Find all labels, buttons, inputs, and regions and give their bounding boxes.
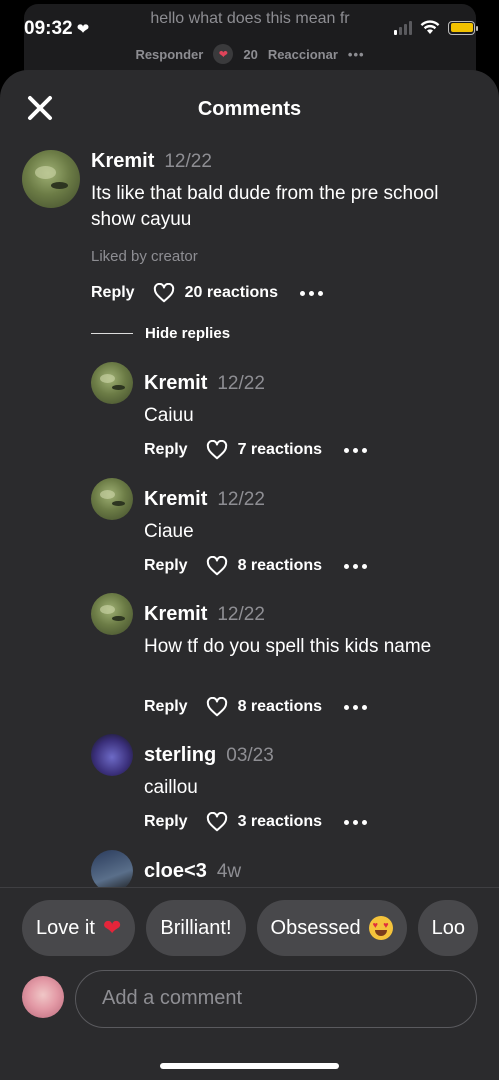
composer-divider [0, 887, 499, 888]
comment-author[interactable]: Kremit [91, 150, 154, 173]
reply-header: cloe<3 4w [144, 860, 241, 883]
reply-button[interactable]: Reply [144, 813, 188, 831]
quick-reactions-bar[interactable]: Love it ❤ Brilliant! Obsessed Loo [22, 900, 478, 956]
quick-reaction-label: Obsessed [270, 916, 361, 939]
reply-author[interactable]: cloe<3 [144, 860, 207, 883]
heart-eyes-icon [368, 916, 393, 940]
heart-icon[interactable] [153, 283, 175, 303]
cellular-signal-icon [394, 20, 412, 35]
divider-line [91, 333, 133, 334]
quick-reaction-label: Love it [36, 916, 95, 939]
background-post-actions: Responder ❤ 20 Reaccionar ••• [24, 44, 476, 64]
reply-date: 12/22 [217, 489, 265, 510]
comment-composer[interactable] [75, 970, 477, 1028]
heart-icon: ❤ [76, 21, 90, 38]
heart-icon[interactable] [206, 556, 228, 576]
reply-actions: Reply 3 reactions [144, 812, 368, 832]
more-options-icon[interactable] [344, 819, 368, 825]
reaction-count[interactable]: 8 reactions [238, 557, 322, 575]
red-heart-icon: ❤ [102, 915, 122, 940]
comment-date: 12/22 [164, 151, 212, 172]
more-options-icon[interactable] [344, 447, 368, 453]
avatar[interactable] [91, 593, 133, 635]
battery-icon [448, 20, 478, 35]
avatar[interactable] [91, 734, 133, 776]
background-more-icon[interactable]: ••• [348, 47, 365, 62]
sheet-header: Comments [0, 70, 499, 150]
reaction-count[interactable]: 7 reactions [238, 441, 322, 459]
more-options-icon[interactable] [299, 290, 323, 296]
comment-actions: Reply 20 reactions [91, 283, 323, 303]
reply-text: caillou [144, 777, 198, 798]
liked-by-creator-label: Liked by creator [91, 248, 198, 265]
comment-header: Kremit 12/22 [91, 150, 212, 173]
reply-author[interactable]: Kremit [144, 372, 207, 395]
comment-text: Its like that bald dude from the pre sch… [91, 183, 439, 230]
quick-reaction-partial[interactable]: Loo [417, 900, 478, 956]
comments-list[interactable]: Kremit 12/22 Its like that bald dude fro… [0, 150, 499, 887]
avatar[interactable] [91, 362, 133, 404]
sheet-title: Comments [197, 98, 302, 120]
reply-author[interactable]: Kremit [144, 603, 207, 626]
reply-author[interactable]: sterling [144, 744, 216, 767]
reply-button[interactable]: Reply [144, 557, 188, 575]
comment-input[interactable] [102, 971, 462, 1026]
reply-button[interactable]: Reply [144, 698, 188, 716]
more-options-icon[interactable] [344, 563, 368, 569]
quick-reaction-love-it[interactable]: Love it ❤ [22, 900, 136, 956]
reply-header: sterling 03/23 [144, 744, 274, 767]
reply-date: 03/23 [226, 745, 274, 766]
avatar[interactable] [22, 150, 80, 208]
heart-icon[interactable] [206, 697, 228, 717]
reply-actions: Reply 8 reactions [144, 556, 368, 576]
heart-icon[interactable] [206, 812, 228, 832]
reply-author[interactable]: Kremit [144, 488, 207, 511]
comments-sheet: Comments Kremit 12/22 Its like that bald… [0, 70, 499, 1080]
reply-date: 12/22 [217, 373, 265, 394]
background-react-button[interactable]: Reaccionar [268, 47, 338, 62]
wifi-icon [420, 20, 440, 34]
background-reply-button[interactable]: Responder [135, 47, 203, 62]
heart-icon: ❤ [213, 44, 234, 64]
avatar[interactable] [91, 478, 133, 520]
hide-replies-label: Hide replies [145, 325, 231, 342]
quick-reaction-obsessed[interactable]: Obsessed [256, 900, 407, 956]
avatar[interactable] [91, 850, 133, 887]
heart-icon[interactable] [206, 440, 228, 460]
quick-reaction-label: Brilliant! [160, 916, 232, 939]
reply-button[interactable]: Reply [91, 284, 135, 302]
background-reaction-count: 20 [243, 46, 258, 62]
status-time-label: 09:32 [24, 18, 73, 39]
quick-reaction-brilliant[interactable]: Brilliant! [146, 900, 246, 956]
status-bar-time: 09:32 ❤ [24, 18, 89, 40]
quick-reaction-label: Loo [431, 916, 465, 939]
more-options-icon[interactable] [344, 704, 368, 710]
reply-header: Kremit 12/22 [144, 372, 265, 395]
reply-text: Ciaue [144, 521, 194, 542]
reply-button[interactable]: Reply [144, 441, 188, 459]
hide-replies-button[interactable]: Hide replies [91, 325, 230, 342]
reaction-count[interactable]: 3 reactions [238, 813, 322, 831]
reply-date: 12/22 [217, 604, 265, 625]
reply-header: Kremit 12/22 [144, 488, 265, 511]
reply-actions: Reply 7 reactions [144, 440, 368, 460]
reply-date: 4w [216, 861, 242, 882]
status-bar-indicators [394, 20, 478, 35]
reply-actions: Reply 8 reactions [144, 697, 368, 717]
reaction-count[interactable]: 20 reactions [185, 284, 278, 302]
reply-header: Kremit 12/22 [144, 603, 265, 626]
current-user-avatar [22, 976, 64, 1018]
home-indicator[interactable] [160, 1063, 339, 1069]
reply-text: Caiuu [144, 405, 194, 426]
reaction-count[interactable]: 8 reactions [238, 698, 322, 716]
reply-text: How tf do you spell this kids name [144, 636, 432, 657]
